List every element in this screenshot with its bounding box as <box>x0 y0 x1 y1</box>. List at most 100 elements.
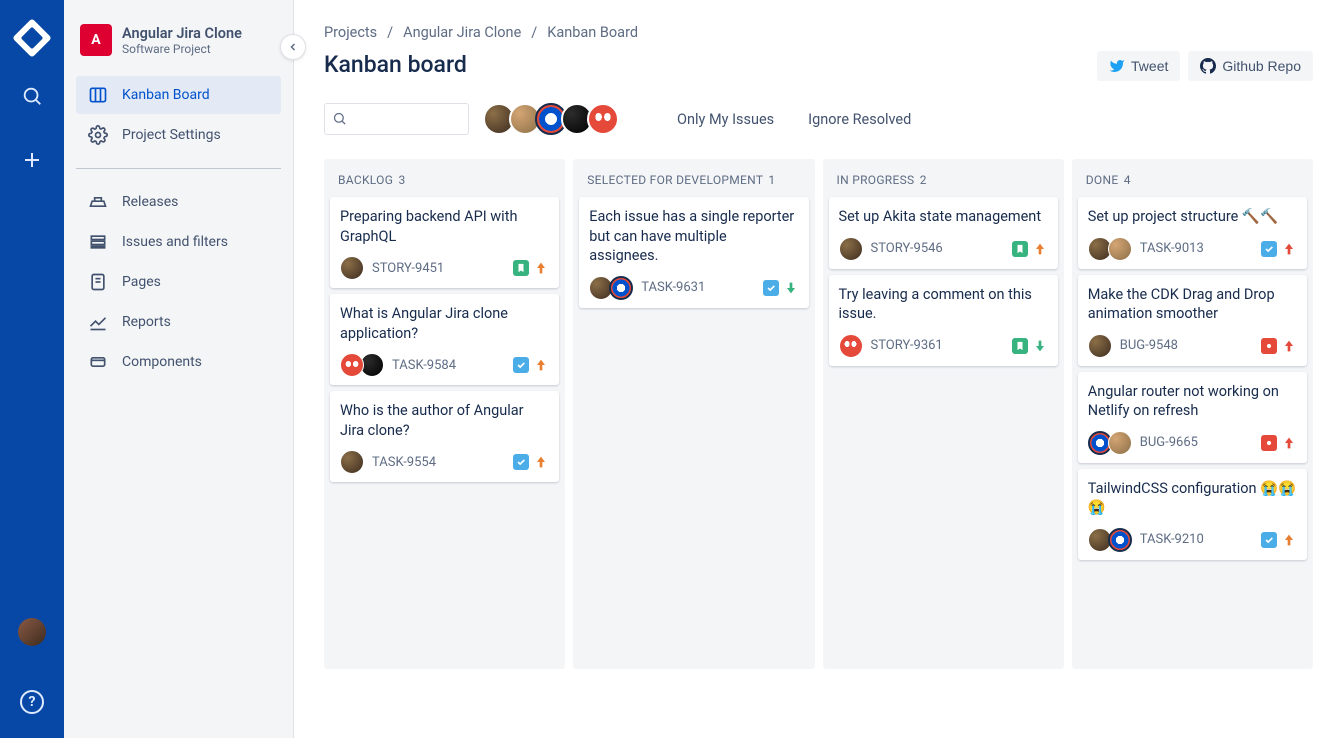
board-column: IN PROGRESS 2Set up Akita state manageme… <box>823 159 1064 669</box>
sidebar-item-label: Project Settings <box>122 127 221 143</box>
search-icon[interactable] <box>12 76 52 116</box>
search-icon <box>332 111 347 126</box>
board-column: BACKLOG 3Preparing backend API with Grap… <box>324 159 565 669</box>
issue-card[interactable]: Each issue has a single reporter but can… <box>579 197 808 308</box>
priority-up-orange-icon <box>533 454 549 470</box>
story-type-icon <box>1012 241 1028 257</box>
issue-card[interactable]: Try leaving a comment on this issue.STOR… <box>829 275 1058 366</box>
column-header: DONE 4 <box>1078 169 1307 197</box>
task-type-icon <box>1261 241 1277 257</box>
create-icon[interactable] <box>12 140 52 180</box>
assignee-avatar <box>1108 528 1132 552</box>
chart-icon <box>88 312 108 332</box>
assignee-avatars <box>340 353 384 377</box>
issue-title: TailwindCSS configuration 😭😭😭 <box>1088 479 1297 518</box>
issue-key: STORY-9361 <box>871 338 943 353</box>
breadcrumb-page[interactable]: Kanban Board <box>547 24 638 41</box>
board-icon <box>88 85 108 105</box>
current-user-avatar[interactable] <box>18 618 46 646</box>
search-input-wrapper <box>324 103 469 135</box>
sidebar-item-releases[interactable]: Releases <box>76 183 281 221</box>
assignee-avatars <box>839 334 863 358</box>
main-content: Projects / Angular Jira Clone / Kanban B… <box>294 0 1343 738</box>
issue-card[interactable]: Make the CDK Drag and Drop animation smo… <box>1078 275 1307 366</box>
sidebar-item-label: Components <box>122 354 202 370</box>
sidebar: A Angular Jira Clone Software Project Ka… <box>64 0 294 738</box>
issue-title: What is Angular Jira clone application? <box>340 304 549 343</box>
priority-down-green-icon <box>1032 338 1048 354</box>
tweet-button[interactable]: Tweet <box>1097 51 1180 81</box>
board-column: DONE 4Set up project structure 🔨🔨TASK-90… <box>1072 159 1313 669</box>
breadcrumb-separator: / <box>387 24 393 41</box>
issue-card[interactable]: Set up Akita state managementSTORY-9546 <box>829 197 1058 269</box>
breadcrumb-separator: / <box>531 24 537 41</box>
sidebar-item-project-settings[interactable]: Project Settings <box>76 116 281 154</box>
issue-title: Angular router not working on Netlify on… <box>1088 382 1297 421</box>
assignee-avatars <box>1088 334 1112 358</box>
assignee-avatar[interactable] <box>587 103 619 135</box>
sidebar-item-label: Issues and filters <box>122 234 228 250</box>
github-button[interactable]: Github Repo <box>1188 51 1313 81</box>
priority-up-orange-icon <box>1032 241 1048 257</box>
project-type: Software Project <box>122 42 242 56</box>
issue-title: Make the CDK Drag and Drop animation smo… <box>1088 285 1297 324</box>
assignee-avatar <box>839 334 863 358</box>
column-header: BACKLOG 3 <box>330 169 559 197</box>
assignee-filter <box>483 103 619 135</box>
issue-card[interactable]: Set up project structure 🔨🔨TASK-9013 <box>1078 197 1307 269</box>
issue-card[interactable]: TailwindCSS configuration 😭😭😭 TASK-9210 <box>1078 469 1307 560</box>
issue-title: Preparing backend API with GraphQL <box>340 207 549 246</box>
breadcrumb: Projects / Angular Jira Clone / Kanban B… <box>324 24 1313 41</box>
priority-up-orange-icon <box>533 260 549 276</box>
assignee-avatars <box>589 276 633 300</box>
issue-key: TASK-9554 <box>372 455 436 470</box>
sidebar-item-pages[interactable]: Pages <box>76 263 281 301</box>
assignee-avatar <box>1088 334 1112 358</box>
issue-key: STORY-9451 <box>372 261 444 276</box>
breadcrumb-root[interactable]: Projects <box>324 24 377 41</box>
sidebar-item-kanban-board[interactable]: Kanban Board <box>76 76 281 114</box>
sidebar-divider <box>76 168 281 169</box>
issue-title: Each issue has a single reporter but can… <box>589 207 798 266</box>
bug-type-icon <box>1261 435 1277 451</box>
collapse-sidebar-button[interactable] <box>280 34 306 60</box>
issue-card[interactable]: Angular router not working on Netlify on… <box>1078 372 1307 463</box>
help-icon[interactable]: ? <box>20 690 44 714</box>
board-column: SELECTED FOR DEVELOPMENT 1Each issue has… <box>573 159 814 669</box>
stack-icon <box>88 232 108 252</box>
sidebar-item-reports[interactable]: Reports <box>76 303 281 341</box>
column-header: IN PROGRESS 2 <box>829 169 1058 197</box>
task-type-icon <box>763 280 779 296</box>
priority-up-red-icon <box>1281 338 1297 354</box>
task-type-icon <box>513 454 529 470</box>
sidebar-project-header: A Angular Jira Clone Software Project <box>76 24 281 76</box>
ship-icon <box>88 192 108 212</box>
issue-card[interactable]: Who is the author of Angular Jira clone?… <box>330 391 559 482</box>
github-icon <box>1200 58 1216 74</box>
ignore-resolved-button[interactable]: Ignore Resolved <box>798 105 921 134</box>
issue-key: TASK-9584 <box>392 358 456 373</box>
issue-key: TASK-9210 <box>1140 532 1204 547</box>
breadcrumb-project[interactable]: Angular Jira Clone <box>403 24 521 41</box>
component-icon <box>88 352 108 372</box>
gear-icon <box>88 125 108 145</box>
jira-logo-icon[interactable] <box>12 18 52 58</box>
story-type-icon <box>513 260 529 276</box>
project-name: Angular Jira Clone <box>122 25 242 42</box>
priority-up-red-icon <box>1281 241 1297 257</box>
only-my-issues-button[interactable]: Only My Issues <box>667 105 784 134</box>
issue-card[interactable]: Preparing backend API with GraphQL STORY-… <box>330 197 559 288</box>
issue-title: Set up Akita state management <box>839 207 1048 227</box>
sidebar-item-label: Reports <box>122 314 171 330</box>
assignee-avatars <box>1088 528 1132 552</box>
assignee-avatars <box>1088 431 1132 455</box>
sidebar-item-label: Kanban Board <box>122 87 210 103</box>
task-type-icon <box>1261 532 1277 548</box>
sidebar-item-issues[interactable]: Issues and filters <box>76 223 281 261</box>
priority-down-green-icon <box>783 280 799 296</box>
issue-card[interactable]: What is Angular Jira clone application? T… <box>330 294 559 385</box>
page-title: Kanban board <box>324 51 467 78</box>
project-avatar-icon: A <box>80 24 112 56</box>
kanban-board: BACKLOG 3Preparing backend API with Grap… <box>324 159 1313 669</box>
sidebar-item-components[interactable]: Components <box>76 343 281 381</box>
